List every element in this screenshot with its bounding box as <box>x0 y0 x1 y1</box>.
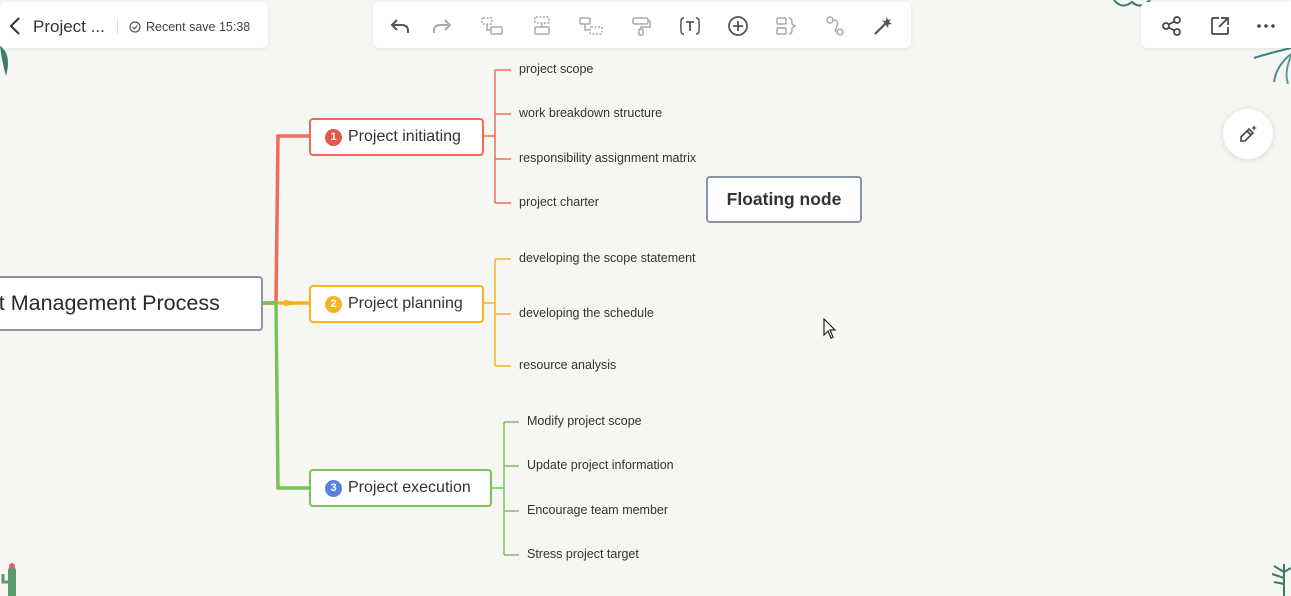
topic-project-execution[interactable]: 3 Project execution <box>309 469 492 507</box>
number-badge: 1 <box>325 128 342 146</box>
subtopic[interactable]: developing the schedule <box>519 306 654 320</box>
subtopic[interactable]: project scope <box>519 62 593 76</box>
floating-node[interactable]: Floating node <box>706 176 862 223</box>
number-badge: 3 <box>325 479 342 497</box>
subtopic[interactable]: Update project information <box>527 458 674 472</box>
topic-label: Project planning <box>348 295 463 312</box>
subtopic[interactable]: responsibility assignment matrix <box>519 151 696 165</box>
floating-node-label: Floating node <box>726 189 842 209</box>
subtopic[interactable]: Modify project scope <box>527 414 642 428</box>
subtopic[interactable]: project charter <box>519 195 599 209</box>
central-topic[interactable]: ct Management Process <box>0 276 263 331</box>
mouse-cursor-icon <box>823 318 837 339</box>
central-topic-label: ct Management Process <box>0 291 220 315</box>
topic-label: Project initiating <box>348 128 461 145</box>
topic-project-planning[interactable]: 2 Project planning <box>309 285 484 323</box>
subtopic[interactable]: Encourage team member <box>527 503 668 517</box>
topic-project-initiating[interactable]: 1 Project initiating <box>309 118 484 156</box>
subtopic[interactable]: resource analysis <box>519 358 616 372</box>
subtopic[interactable]: work breakdown structure <box>519 106 662 120</box>
subtopic[interactable]: developing the scope statement <box>519 251 696 265</box>
number-badge: 2 <box>325 295 342 313</box>
topic-label: Project execution <box>348 479 471 496</box>
subtopic[interactable]: Stress project target <box>527 547 639 561</box>
